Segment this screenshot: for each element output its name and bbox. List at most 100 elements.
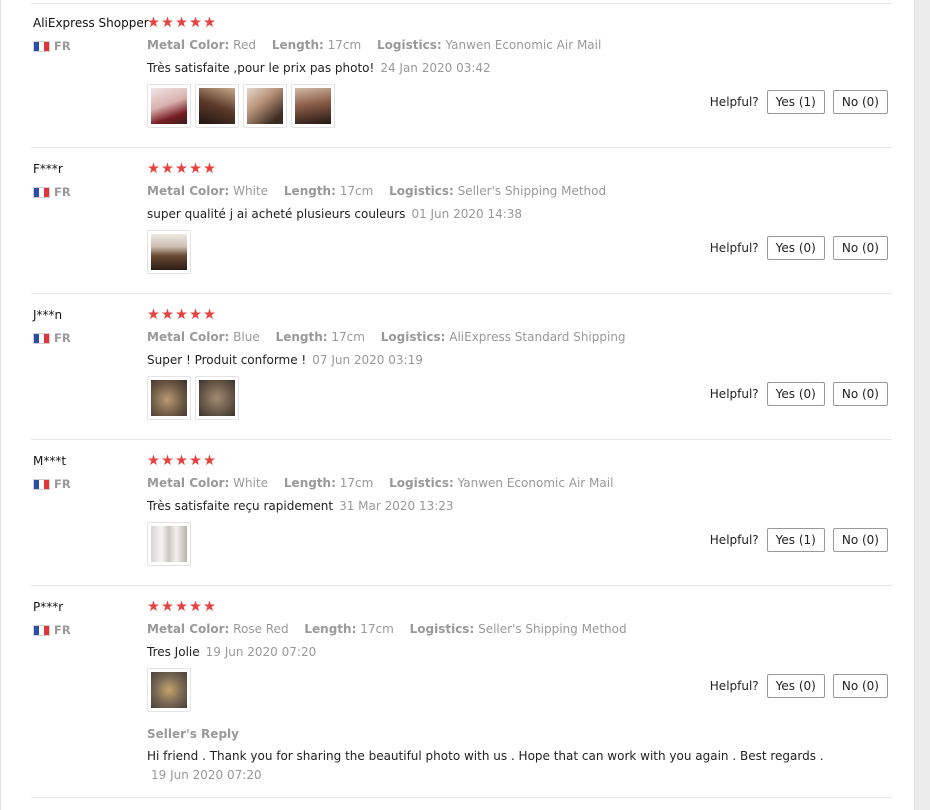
helpful-no-button[interactable]: No (0) xyxy=(832,528,888,552)
france-flag-icon xyxy=(33,186,50,198)
metal-color-value: Rose Red xyxy=(233,622,289,636)
review-date: 07 Jun 2020 03:19 xyxy=(312,353,423,367)
review-photos xyxy=(147,84,335,128)
star-icon: ★ xyxy=(189,307,202,323)
seller-reply-text: Hi friend . Thank you for sharing the be… xyxy=(147,749,824,763)
helpful-no-button[interactable]: No (0) xyxy=(832,674,888,698)
review-photo[interactable] xyxy=(147,230,191,274)
helpful-no-button[interactable]: No (0) xyxy=(832,90,888,114)
review-photos xyxy=(147,668,191,712)
star-icon: ★ xyxy=(147,453,160,469)
logistics-label: Logistics: xyxy=(377,38,442,52)
star-icon: ★ xyxy=(203,307,216,323)
star-icon: ★ xyxy=(175,15,188,31)
length-label: Length: xyxy=(271,38,324,52)
comment-text: Tres Jolie xyxy=(147,645,200,659)
review-date: 31 Mar 2020 13:23 xyxy=(339,499,454,513)
comment-text: Très satisfaite ,pour le prix pas photo! xyxy=(147,61,375,75)
helpful-yes-button[interactable]: Yes (0) xyxy=(766,236,825,260)
review-photos xyxy=(147,230,191,274)
seller-reply-title: Seller's Reply xyxy=(147,727,239,741)
length-label: Length: xyxy=(304,622,357,636)
review-comment: Tres Jolie 19 Jun 2020 07:20 xyxy=(147,645,316,659)
review-date: 01 Jun 2020 14:38 xyxy=(411,207,523,221)
reviews-panel: AliExpress Shopper FR ★ ★ ★ ★ ★ Metal Color:… xyxy=(0,0,915,810)
reviewer-country: FR xyxy=(33,477,71,491)
review-date: 24 Jan 2020 03:42 xyxy=(380,61,491,75)
star-icon: ★ xyxy=(147,599,160,615)
star-icon: ★ xyxy=(161,307,174,323)
divider xyxy=(31,797,892,798)
length-value: 17cm xyxy=(339,476,374,490)
metal-color-label: Metal Color: xyxy=(147,38,230,52)
star-icon: ★ xyxy=(147,161,160,177)
star-rating: ★ ★ ★ ★ ★ xyxy=(147,454,216,469)
star-icon: ★ xyxy=(147,15,160,31)
france-flag-icon xyxy=(33,478,50,490)
comment-text: super qualité j ai acheté plusieurs coul… xyxy=(147,207,406,221)
star-rating: ★ ★ ★ ★ ★ xyxy=(147,308,216,323)
reviewer-name: P***r xyxy=(33,600,64,614)
metal-color-label: Metal Color: xyxy=(147,622,230,636)
helpful-vote: Helpful? Yes (0) No (0) xyxy=(710,674,888,698)
divider xyxy=(31,147,892,148)
review-photo[interactable] xyxy=(195,84,239,128)
review-photo[interactable] xyxy=(291,84,335,128)
helpful-vote: Helpful? Yes (1) No (0) xyxy=(710,528,888,552)
review-photo[interactable] xyxy=(147,376,191,420)
review-photo[interactable] xyxy=(195,376,239,420)
review-attributes: Metal Color: Rose Red Length: 17cm Logis… xyxy=(147,622,639,636)
divider xyxy=(31,293,892,294)
review-photos xyxy=(147,522,191,566)
divider xyxy=(31,3,892,4)
country-code: FR xyxy=(54,623,71,637)
review-photo[interactable] xyxy=(147,668,191,712)
country-code: FR xyxy=(54,331,71,345)
reviewer-name: M***t xyxy=(33,454,67,468)
helpful-yes-button[interactable]: Yes (1) xyxy=(766,90,825,114)
star-icon: ★ xyxy=(203,161,216,177)
reviewer-name: AliExpress Shopper xyxy=(33,16,149,30)
review-photos xyxy=(147,376,239,420)
review-comment: Très satisfaite reçu rapidement 31 Mar 20… xyxy=(147,499,454,513)
star-icon: ★ xyxy=(189,599,202,615)
seller-reply-date: 19 Jun 2020 07:20 xyxy=(151,768,262,782)
star-icon: ★ xyxy=(175,161,188,177)
star-icon: ★ xyxy=(189,15,202,31)
helpful-vote: Helpful? Yes (1) No (0) xyxy=(710,90,888,114)
star-icon: ★ xyxy=(161,161,174,177)
reviewer-name: J***n xyxy=(33,308,63,322)
helpful-no-button[interactable]: No (0) xyxy=(832,382,888,406)
helpful-no-button[interactable]: No (0) xyxy=(832,236,888,260)
logistics-value: Yanwen Economic Air Mail xyxy=(457,476,614,490)
length-value: 17cm xyxy=(339,184,374,198)
review-photo[interactable] xyxy=(147,84,191,128)
review-photo[interactable] xyxy=(243,84,287,128)
logistics-value: Yanwen Economic Air Mail xyxy=(445,38,602,52)
star-rating: ★ ★ ★ ★ ★ xyxy=(147,600,216,615)
comment-text: Super ! Produit conforme ! xyxy=(147,353,307,367)
metal-color-label: Metal Color: xyxy=(147,184,230,198)
reviewer-country: FR xyxy=(33,185,71,199)
helpful-label: Helpful? xyxy=(709,95,759,109)
logistics-value: Seller's Shipping Method xyxy=(457,184,607,198)
star-icon: ★ xyxy=(175,453,188,469)
review-comment: Super ! Produit conforme ! 07 Jun 2020 03… xyxy=(147,353,423,367)
france-flag-icon xyxy=(33,332,50,344)
length-label: Length: xyxy=(283,476,336,490)
helpful-yes-button[interactable]: Yes (0) xyxy=(766,674,825,698)
length-value: 17cm xyxy=(331,330,365,344)
star-icon: ★ xyxy=(175,307,188,323)
review-attributes: Metal Color: Red Length: 17cm Logistics:… xyxy=(147,38,613,52)
helpful-yes-button[interactable]: Yes (1) xyxy=(766,528,825,552)
helpful-yes-button[interactable]: Yes (0) xyxy=(766,382,825,406)
review-photo[interactable] xyxy=(147,522,191,566)
star-icon: ★ xyxy=(161,15,174,31)
review-attributes: Metal Color: White Length: 17cm Logistic… xyxy=(147,184,618,198)
metal-color-label: Metal Color: xyxy=(147,330,230,344)
metal-color-label: Metal Color: xyxy=(147,476,230,490)
logistics-label: Logistics: xyxy=(409,622,475,636)
review-date: 19 Jun 2020 07:20 xyxy=(205,645,317,659)
france-flag-icon xyxy=(33,40,50,52)
logistics-value: AliExpress Standard Shipping xyxy=(449,330,626,344)
